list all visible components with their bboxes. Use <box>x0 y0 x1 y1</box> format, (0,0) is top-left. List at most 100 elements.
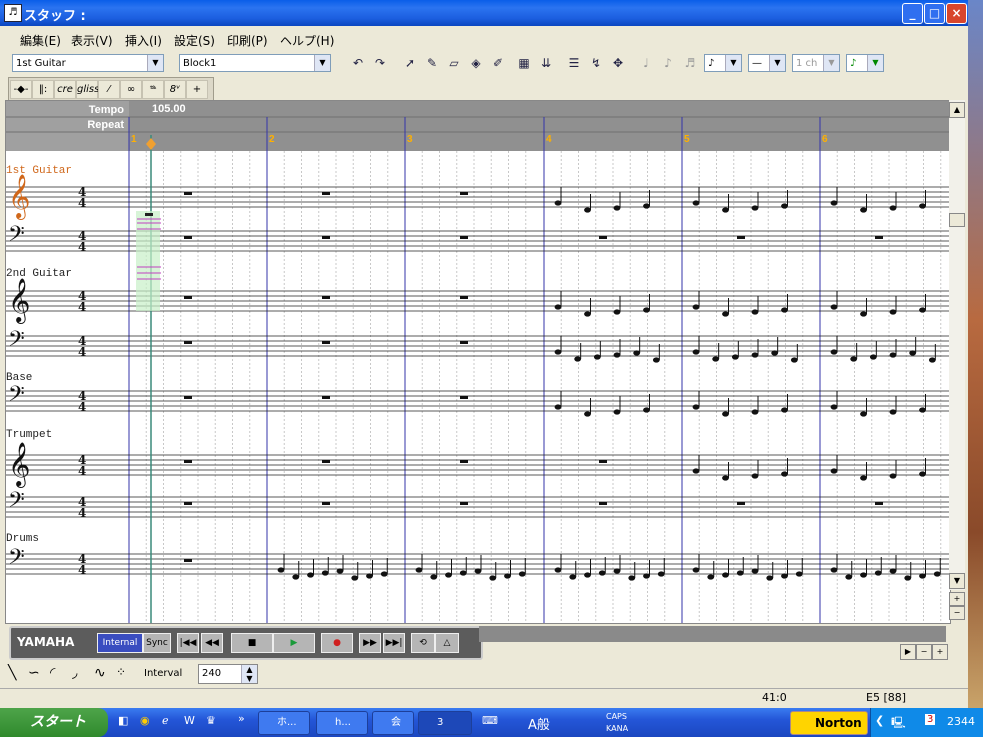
menu-edit[interactable]: 編集(E) <box>20 32 61 49</box>
vertical-scrollbar[interactable]: ▲ ▼ <box>949 100 965 590</box>
curve-tool-icon[interactable]: ∽ <box>28 665 40 681</box>
record-icon[interactable]: ● <box>321 633 353 653</box>
zoom-in-horizontal-button[interactable]: + <box>932 644 948 660</box>
zoom-out-horizontal-button[interactable]: − <box>916 644 932 660</box>
norton-button[interactable]: Norton <box>790 711 868 735</box>
scroll-up-icon[interactable]: ▲ <box>949 102 965 118</box>
line-select[interactable]: — ▼ <box>748 54 786 72</box>
minimize-button[interactable]: _ <box>902 3 923 24</box>
note-length-select[interactable]: ♪ ▼ <box>704 54 742 72</box>
start-button[interactable]: スタート <box>0 708 108 737</box>
scroll-down-icon[interactable]: ▼ <box>949 573 965 589</box>
menu-help[interactable]: ヘルプ(H) <box>280 32 334 49</box>
gliss-tool-icon[interactable]: gliss <box>76 80 99 99</box>
metronome-icon[interactable]: △ <box>435 633 459 653</box>
tuplet-icon[interactable]: ♬ <box>680 53 700 73</box>
word-icon[interactable]: W <box>184 714 195 727</box>
ime-mode[interactable]: A般 <box>528 714 550 733</box>
scroll-right-icon[interactable]: ▶ <box>900 644 916 660</box>
zoom-out-vertical-button[interactable]: − <box>949 606 965 620</box>
arc-tool-icon[interactable]: ◜ <box>50 665 55 681</box>
task-button-active[interactable]: 3 <box>418 711 472 735</box>
note-head <box>722 572 729 578</box>
slur-tool-icon[interactable]: -◆- <box>10 80 32 99</box>
channel-select[interactable]: 1 ch ▼ <box>792 54 840 72</box>
maximize-button[interactable]: □ <box>924 3 945 24</box>
tray-arrow-icon[interactable]: ❮ <box>875 714 884 727</box>
menu-view[interactable]: 表示(V) <box>71 32 113 49</box>
title-bar[interactable]: ♬ スタッフ : _ □ × <box>0 0 968 26</box>
grid-icon[interactable]: ▦ <box>514 53 534 73</box>
eraser-tool-icon[interactable]: ▱ <box>444 53 464 73</box>
whole-rest <box>184 192 192 195</box>
score-view-icon[interactable]: ☰ <box>564 53 584 73</box>
sync-button[interactable]: Sync <box>143 633 171 653</box>
chord-icon[interactable]: ♩ <box>636 53 656 73</box>
insert-marker-icon[interactable]: ⇊ <box>536 53 556 73</box>
task-button[interactable]: 会 <box>372 711 414 735</box>
jump-icon[interactable]: ↯ <box>586 53 606 73</box>
interval-input[interactable]: 240 ▲ ▼ <box>198 664 258 684</box>
paint-tool-icon[interactable]: ◈ <box>466 53 486 73</box>
pointer-tool-icon[interactable]: ➚ <box>400 53 420 73</box>
zoom-in-vertical-button[interactable]: + <box>949 592 965 606</box>
rewind-icon[interactable]: ◀◀ <box>201 633 223 653</box>
center-icon[interactable]: ✥ <box>608 53 628 73</box>
task-button[interactable]: ホ... <box>258 711 310 735</box>
forward-to-end-icon[interactable]: ▶▶| <box>383 633 405 653</box>
brush-tool-icon[interactable]: ✐ <box>488 53 508 73</box>
task-button[interactable]: h... <box>316 711 368 735</box>
media-player-icon[interactable]: ◉ <box>140 714 150 727</box>
note-color-select[interactable]: ♪ ▼ <box>846 54 884 72</box>
ie-icon[interactable]: ℯ <box>162 714 169 727</box>
close-button[interactable]: × <box>946 3 967 24</box>
interval-label: Interval <box>144 668 183 679</box>
overflow-chevron-icon[interactable]: » <box>238 712 245 725</box>
tray-badge[interactable]: 3 <box>925 714 936 725</box>
pencil-tool-icon[interactable]: ✎ <box>422 53 442 73</box>
block-select[interactable]: Block1 ▼ <box>179 54 331 72</box>
whole-rest <box>322 502 330 505</box>
part-select[interactable]: 1st Guitar ▼ <box>12 54 164 72</box>
menu-print[interactable]: 印刷(P) <box>227 32 268 49</box>
treble-clef-icon: 𝄞 <box>8 442 30 488</box>
note-head <box>850 356 858 362</box>
note-head <box>643 203 650 209</box>
repeat-tool-icon[interactable]: ‖: <box>32 80 54 99</box>
score-panel[interactable]: Tempo Repeat 105.00 1 2 3 4 5 6 𝄞 4 4 𝄢 4 4 𝄞 4 4 𝄢 4 4 𝄢… <box>5 100 951 624</box>
trill-tool-icon[interactable]: ∞ <box>120 80 142 99</box>
octave-tool-icon[interactable]: 8ᵛ <box>164 80 186 99</box>
horizontal-scrollbar[interactable] <box>479 626 946 642</box>
channel-select-value: 1 ch <box>796 58 818 69</box>
network-icon[interactable]: 🖳 <box>891 714 906 733</box>
whole-rest <box>322 192 330 195</box>
ornament-icon[interactable]: ♪ <box>658 53 678 73</box>
stop-icon[interactable]: ■ <box>231 633 273 653</box>
undo-icon[interactable]: ↶ <box>348 53 368 73</box>
pedal-tool-icon[interactable]: 𝆮 <box>142 80 164 99</box>
menu-settings[interactable]: 設定(S) <box>174 32 215 49</box>
crosshair-tool-icon[interactable]: + <box>186 80 208 99</box>
spinner-icon[interactable]: ▲ ▼ <box>241 665 257 683</box>
rewind-to-start-icon[interactable]: |◀◀ <box>177 633 199 653</box>
keyboard-icon[interactable]: ⌨ <box>482 714 498 727</box>
score-canvas[interactable]: Tempo Repeat 105.00 1 2 3 4 5 6 𝄞 4 4 𝄢 4 4 𝄞 4 4 𝄢 4 4 𝄢… <box>6 101 950 623</box>
note-head <box>889 309 897 315</box>
quicklaunch-icon[interactable]: ◧ <box>118 714 128 727</box>
wave-tool-icon[interactable]: ∿ <box>94 665 106 681</box>
random-tool-icon[interactable]: ⁘ <box>116 665 126 679</box>
app-quick-icon[interactable]: ♛ <box>206 714 216 727</box>
hook-tool-icon[interactable]: ◞ <box>72 665 77 681</box>
menu-insert[interactable]: 挿入(I) <box>125 32 162 49</box>
note-head <box>613 352 621 358</box>
crescendo-tool-icon[interactable]: cre <box>54 80 76 99</box>
internal-sync-button[interactable]: Internal <box>97 633 143 653</box>
straight-line-icon[interactable]: ╲ <box>8 665 16 681</box>
redo-icon[interactable]: ↷ <box>370 53 390 73</box>
fast-forward-icon[interactable]: ▶▶ <box>359 633 381 653</box>
line-tool-icon[interactable]: ⁄ <box>98 80 120 99</box>
loop-icon[interactable]: ⟲ <box>411 633 435 653</box>
note-readout: E5 [88] <box>866 691 907 704</box>
play-icon[interactable]: ▶ <box>273 633 315 653</box>
scroll-thumb[interactable] <box>949 213 965 227</box>
